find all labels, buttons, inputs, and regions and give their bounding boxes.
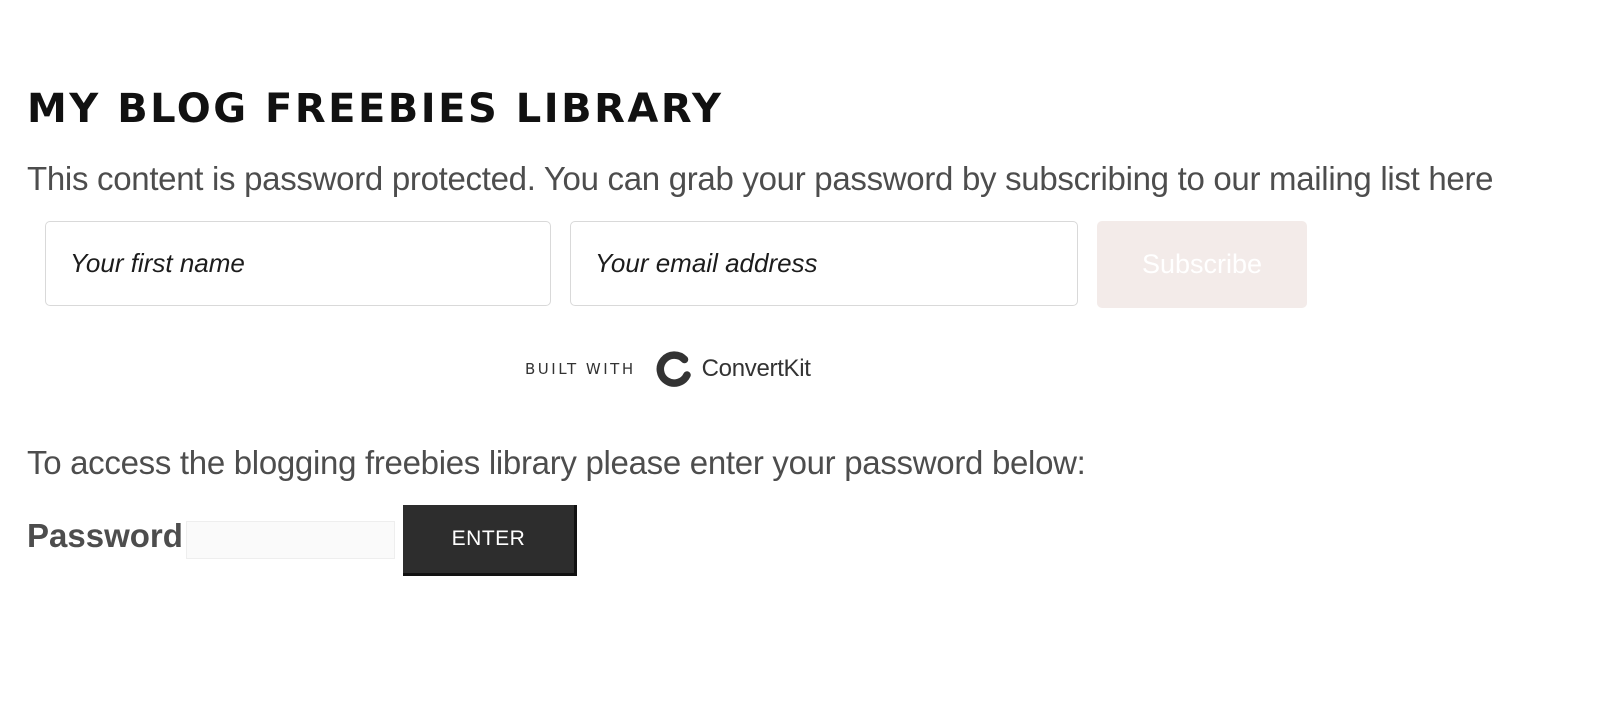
first-name-field-wrapper [45,221,551,306]
first-name-input[interactable] [46,222,550,305]
intro-text: This content is password protected. You … [27,160,1494,197]
subscribe-button[interactable]: Subscribe [1097,221,1307,308]
password-label: Password: [27,517,194,554]
convertkit-logo-text: ConvertKit [701,355,811,382]
email-input[interactable] [571,222,1077,305]
built-with-label: BUILT WITH [525,360,636,378]
enter-button[interactable]: ENTER [403,505,577,576]
password-instructions: To access the blogging freebies library … [27,444,1086,481]
built-with-convertkit: BUILT WITH ConvertKit [525,349,811,389]
password-input[interactable] [186,521,395,559]
email-field-wrapper [570,221,1078,306]
convertkit-logo-icon [654,350,694,388]
page-title: MY BLOG FREEBIES LIBRARY [27,86,724,132]
convertkit-logo-link[interactable]: ConvertKit [654,350,811,388]
